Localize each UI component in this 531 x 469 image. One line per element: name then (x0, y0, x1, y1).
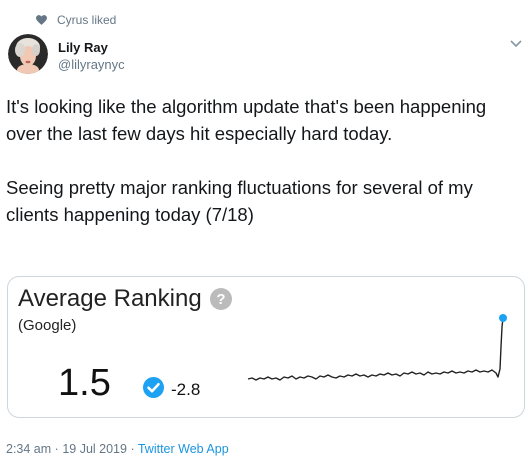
chevron-down-icon[interactable] (510, 40, 522, 48)
svg-text:?: ? (216, 291, 225, 308)
sparkline (247, 314, 507, 381)
ranking-delta: -2.8 (171, 380, 201, 399)
card-subtitle: (Google) (18, 317, 77, 334)
card-title: Average Ranking ? (18, 285, 232, 313)
card-title-text: Average Ranking (18, 285, 202, 312)
sparkline-endpoint (499, 314, 507, 322)
source-app-link[interactable]: Twitter Web App (138, 442, 229, 456)
tweet: Cyrus liked Lily Ray @lilyraynyc It's lo… (0, 0, 531, 469)
average-ranking-value: 1.5 (58, 362, 111, 404)
tweet-footer: 2:34 am · 19 Jul 2019 · Twitter Web App (6, 442, 229, 456)
sparkline-line (247, 317, 504, 381)
tweet-date[interactable]: 19 Jul 2019 (62, 442, 127, 456)
footer-separator: · (130, 442, 135, 456)
media-card[interactable]: Average Ranking ? (Google) 1.5 -2.8 (7, 276, 525, 418)
author-name[interactable]: Lily Ray (58, 40, 108, 55)
tweet-text: It's looking like the algorithm update t… (6, 96, 487, 225)
footer-separator: · (54, 442, 59, 456)
help-icon: ? (209, 288, 232, 310)
avatar-image (8, 34, 48, 74)
social-context-text: Cyrus liked (57, 13, 117, 27)
heart-icon (36, 15, 47, 25)
social-context[interactable]: Cyrus liked (36, 13, 116, 27)
tweet-time[interactable]: 2:34 am (6, 442, 51, 456)
author-handle[interactable]: @lilyraynyc (58, 57, 125, 72)
avatar[interactable] (8, 34, 48, 74)
check-circle-icon (143, 377, 164, 398)
